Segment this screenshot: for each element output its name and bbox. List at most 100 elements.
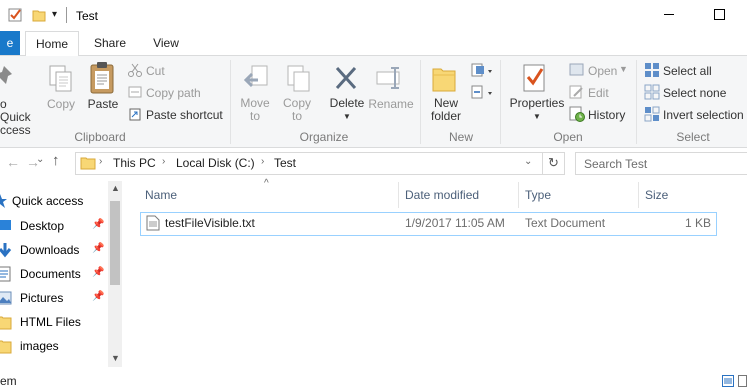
- new-folder-icon: [431, 63, 457, 93]
- group-separator: [420, 60, 421, 144]
- refresh-icon[interactable]: ↻: [548, 155, 559, 171]
- copy-button[interactable]: Copy: [44, 97, 78, 111]
- address-divider: [542, 153, 543, 174]
- rename-button[interactable]: Rename: [368, 97, 414, 111]
- nav-quick-access[interactable]: Quick access: [12, 189, 83, 213]
- nav-documents[interactable]: Documents: [20, 262, 81, 286]
- new-folder-button[interactable]: New folder: [424, 97, 468, 123]
- search-box[interactable]: Search Test: [575, 152, 747, 175]
- open-dropdown-icon[interactable]: ▼: [619, 64, 628, 74]
- status-item-count: em: [0, 374, 17, 388]
- properties-dropdown-icon[interactable]: ▼: [508, 110, 566, 123]
- edit-button[interactable]: Edit: [588, 86, 609, 100]
- qat-customize-icon[interactable]: ▾: [52, 9, 57, 20]
- history-button[interactable]: History: [588, 108, 625, 122]
- pin-icon[interactable]: 📌: [92, 219, 104, 230]
- paste-button[interactable]: Paste: [86, 97, 120, 111]
- folder-icon: [0, 314, 12, 330]
- column-header-size[interactable]: Size: [645, 186, 668, 204]
- maximize-button[interactable]: [714, 9, 725, 20]
- paste-shortcut-icon: [128, 107, 142, 121]
- column-header-date[interactable]: Date modified: [405, 186, 479, 204]
- breadcrumb-test[interactable]: Test: [274, 156, 296, 170]
- invert-selection-button[interactable]: Invert selection: [663, 108, 744, 122]
- easy-access-icon[interactable]: [470, 84, 496, 100]
- details-view-icon[interactable]: [722, 375, 734, 387]
- delete-button[interactable]: Delete ▼: [325, 97, 369, 123]
- pin-icon: [0, 64, 16, 92]
- cut-button[interactable]: Cut: [146, 64, 165, 78]
- column-header-name[interactable]: Name: [145, 186, 177, 204]
- nav-images[interactable]: images: [20, 334, 59, 358]
- pin-label-1: o Quick: [0, 97, 31, 124]
- paste-shortcut-button[interactable]: Paste shortcut: [146, 108, 223, 122]
- window-title: Test: [76, 9, 99, 23]
- column-divider[interactable]: [638, 182, 639, 208]
- pin-icon[interactable]: 📌: [92, 267, 104, 278]
- column-divider[interactable]: [398, 182, 399, 208]
- paste-icon: [89, 61, 117, 95]
- address-dropdown-icon[interactable]: ⌄: [524, 156, 532, 167]
- delete-dropdown-icon[interactable]: ▼: [325, 110, 369, 123]
- tab-view[interactable]: View: [143, 31, 189, 55]
- new-item-icon[interactable]: [470, 62, 496, 78]
- recent-locations-icon[interactable]: ⌄: [36, 154, 44, 165]
- search-input[interactable]: Search Test: [584, 157, 647, 171]
- minimize-button[interactable]: [664, 14, 674, 15]
- properties-button[interactable]: Properties ▼: [508, 97, 566, 123]
- folder-icon: [0, 338, 12, 354]
- breadcrumb-local-disk[interactable]: Local Disk (C:): [176, 156, 255, 170]
- cut-icon: [128, 63, 142, 77]
- file-type: Text Document: [525, 216, 606, 230]
- breadcrumb-chevron-icon[interactable]: ›: [261, 156, 264, 167]
- large-icons-view-icon[interactable]: [738, 375, 747, 387]
- folder-icon: [80, 156, 96, 170]
- tab-share[interactable]: Share: [86, 31, 134, 55]
- copy-path-button[interactable]: Copy path: [146, 86, 201, 100]
- breadcrumb-chevron-icon[interactable]: ›: [162, 156, 165, 167]
- rename-icon: [375, 64, 405, 92]
- file-size: 1 KB: [684, 216, 711, 230]
- nav-pictures[interactable]: Pictures: [20, 286, 63, 310]
- title-divider: [66, 7, 67, 23]
- status-bar: em: [0, 370, 747, 392]
- scroll-down-icon[interactable]: ▼: [111, 353, 120, 363]
- copy-path-icon: [128, 86, 142, 98]
- properties-label: Properties: [509, 96, 565, 110]
- column-header-type[interactable]: Type: [525, 186, 551, 204]
- breadcrumb-chevron-icon[interactable]: ›: [99, 156, 102, 167]
- move-to-label-2: to: [249, 109, 260, 123]
- copy-to-button[interactable]: Copy to: [278, 97, 316, 123]
- breadcrumb-this-pc[interactable]: This PC: [113, 156, 156, 170]
- properties-check-icon[interactable]: [8, 8, 22, 22]
- move-to-button[interactable]: Move to: [236, 97, 274, 123]
- copy-to-icon: [286, 64, 312, 94]
- scroll-thumb[interactable]: [110, 201, 120, 285]
- pin-label-2: ccess: [0, 123, 31, 137]
- nav-html-files[interactable]: HTML Files: [20, 310, 81, 334]
- select-all-button[interactable]: Select all: [663, 64, 712, 78]
- group-separator: [230, 60, 231, 144]
- nav-desktop[interactable]: Desktop: [20, 214, 64, 238]
- pin-icon[interactable]: 📌: [92, 243, 104, 254]
- pin-to-quick-access-button[interactable]: o Quick ccess: [0, 98, 40, 137]
- back-arrow-icon[interactable]: ←: [6, 154, 20, 170]
- file-row[interactable]: testFileVisible.txt 1/9/2017 11:05 AM Te…: [140, 212, 717, 236]
- clipboard-group-label: Clipboard: [74, 130, 126, 144]
- tab-file[interactable]: e: [0, 31, 20, 55]
- column-divider[interactable]: [518, 182, 519, 208]
- up-arrow-icon[interactable]: ↑: [52, 152, 60, 169]
- address-bar[interactable]: › This PC › Local Disk (C:) › Test ⌄ ↻: [75, 152, 565, 175]
- select-none-icon: [644, 84, 660, 100]
- nav-downloads[interactable]: Downloads: [20, 238, 79, 262]
- file-name[interactable]: testFileVisible.txt: [165, 216, 255, 230]
- open-button[interactable]: Open: [588, 64, 617, 78]
- nav-scrollbar[interactable]: ▲ ▼: [108, 181, 122, 367]
- tab-home[interactable]: Home: [25, 31, 79, 57]
- scroll-up-icon[interactable]: ▲: [111, 183, 120, 193]
- desktop-icon: [0, 219, 12, 233]
- pin-icon[interactable]: 📌: [92, 291, 104, 302]
- new-folder-qat-icon[interactable]: [32, 8, 46, 22]
- select-none-button[interactable]: Select none: [663, 86, 726, 100]
- title-bar: ▾ Test: [0, 0, 747, 31]
